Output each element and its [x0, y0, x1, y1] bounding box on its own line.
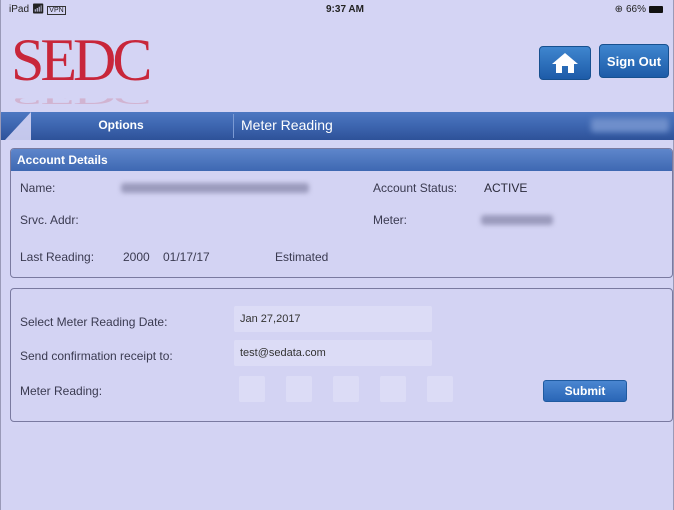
- reading-date-value: Jan 27,2017: [240, 313, 301, 325]
- reading-date-field[interactable]: Jan 27,2017: [234, 306, 432, 332]
- account-status-value: ACTIVE: [484, 181, 528, 195]
- name-label: Name:: [20, 181, 56, 195]
- home-icon: [552, 53, 578, 73]
- meter-digit-input-1[interactable]: [239, 376, 265, 402]
- status-bar: iPad 📶︎ VPN 9:37 AM ⊕ 66%: [1, 0, 674, 20]
- status-time: 9:37 AM: [326, 4, 364, 15]
- receipt-email-label: Send confirmation receipt to:: [20, 349, 173, 363]
- tab-options[interactable]: Options: [71, 118, 171, 132]
- last-reading-label: Last Reading:: [20, 250, 95, 264]
- receipt-email-value: test@sedata.com: [240, 347, 326, 359]
- logo-reflection: SEDC: [11, 98, 181, 108]
- last-reading-date: 01/17/17: [163, 250, 210, 264]
- reading-date-label: Select Meter Reading Date:: [20, 315, 168, 329]
- carrier-label: iPad: [9, 4, 30, 15]
- meter-digit-input-2[interactable]: [286, 376, 312, 402]
- account-details-panel: Account Details: [10, 148, 673, 278]
- nav-divider: [233, 114, 234, 138]
- battery-percent: 66%: [625, 4, 646, 15]
- orientation-lock-icon: ⊕: [614, 4, 623, 15]
- redacted-nav-item: [591, 118, 669, 132]
- logo-text: SEDC: [11, 27, 152, 93]
- submit-button[interactable]: Submit: [543, 380, 627, 402]
- receipt-email-field[interactable]: test@sedata.com: [234, 340, 432, 366]
- home-button[interactable]: [539, 46, 591, 80]
- app-frame: iPad 📶︎ VPN 9:37 AM ⊕ 66% SEDC SEDC Sign…: [0, 0, 674, 510]
- sign-out-button[interactable]: Sign Out: [599, 44, 669, 78]
- name-value-redacted: [121, 183, 309, 193]
- page-title: Meter Reading: [241, 117, 333, 133]
- meter-reading-label: Meter Reading:: [20, 384, 103, 398]
- status-left: iPad 📶︎ VPN: [9, 4, 66, 15]
- last-reading-value: 2000: [123, 250, 150, 264]
- wifi-icon: 📶︎: [31, 4, 45, 15]
- account-status-label: Account Status:: [373, 181, 458, 195]
- meter-digit-input-5[interactable]: [427, 376, 453, 402]
- vpn-badge: VPN: [47, 6, 66, 15]
- srvc-addr-label: Srvc. Addr:: [20, 213, 79, 227]
- last-reading-type: Estimated: [275, 250, 329, 264]
- sedc-logo: SEDC SEDC: [11, 26, 181, 108]
- battery-icon: [649, 6, 663, 13]
- empty-content-area: [10, 426, 673, 510]
- status-right: ⊕ 66%: [615, 4, 663, 15]
- meter-digit-input-4[interactable]: [380, 376, 406, 402]
- account-details-header: Account Details: [11, 149, 672, 171]
- meter-label: Meter:: [373, 213, 408, 227]
- meter-digit-input-3[interactable]: [333, 376, 359, 402]
- meter-value-redacted: [481, 215, 553, 225]
